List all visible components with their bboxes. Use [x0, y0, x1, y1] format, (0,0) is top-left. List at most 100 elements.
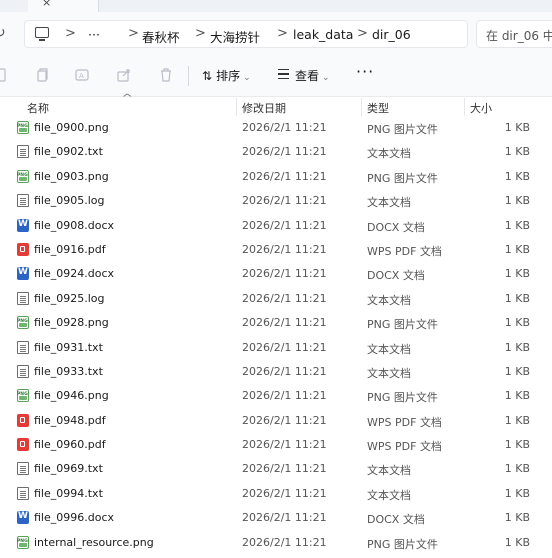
- this-pc-icon: [35, 27, 49, 41]
- file-size: 1 KB: [504, 121, 530, 134]
- file-row[interactable]: internal_resource.png 2026/2/1 11:21 PNG 图…: [0, 531, 552, 555]
- text-file-icon: [17, 145, 29, 159]
- column-divider[interactable]: [464, 98, 465, 116]
- see-more-button[interactable]: ···: [356, 62, 374, 81]
- toolbar-divider: [188, 66, 189, 86]
- file-row[interactable]: file_0960.pdf 2026/2/1 11:21 WPS PDF 文档 1 K…: [0, 433, 552, 457]
- breadcrumb-chevron-icon[interactable]: >: [128, 26, 139, 41]
- file-date: 2026/2/1 11:21: [242, 340, 327, 354]
- breadcrumb-chevron-icon[interactable]: >: [357, 26, 368, 41]
- pdf-file-icon: [17, 242, 29, 256]
- png-file-icon: [17, 389, 29, 403]
- breadcrumb-chevron-icon[interactable]: >: [277, 26, 288, 41]
- file-date: 2026/2/1 11:21: [242, 291, 327, 305]
- file-size: 1 KB: [504, 169, 530, 183]
- file-row[interactable]: file_0903.png 2026/2/1 11:21 PNG 图片文件 1 KB: [0, 165, 552, 189]
- file-type: WPS PDF 文档: [367, 415, 442, 429]
- cut-icon[interactable]: [0, 67, 8, 83]
- file-date: 2026/2/1 11:21: [242, 486, 327, 500]
- column-header-name[interactable]: 名称: [27, 100, 49, 116]
- command-bar: A ⇅ 排序 ⌄ 查看 ⌄ ···: [0, 56, 552, 97]
- pdf-file-icon: [17, 413, 29, 427]
- rename-icon[interactable]: A: [74, 67, 90, 83]
- text-file-icon: [17, 486, 29, 500]
- word-file-icon: [17, 267, 29, 281]
- window-tab[interactable]: [28, 0, 99, 12]
- search-input[interactable]: 在 dir_06 中搜索: [476, 20, 552, 48]
- share-icon[interactable]: [116, 67, 132, 83]
- file-row[interactable]: file_0916.pdf 2026/2/1 11:21 WPS PDF 文档 1 K…: [0, 238, 552, 262]
- address-bar[interactable]: > ··· > 春秋杯 > 大海捞针 > leak_data > dir_06: [24, 20, 468, 48]
- file-name: file_0908.docx: [34, 218, 115, 232]
- file-list: file_0900.png2026/2/1 11:21PNG 图片文件1 KBf…: [0, 116, 552, 555]
- file-row[interactable]: file_0933.txt 2026/2/1 11:21 文本文档 1 KB: [0, 360, 552, 384]
- file-size: 1 KB: [504, 413, 530, 427]
- sort-button[interactable]: ⇅ 排序 ⌄: [202, 67, 251, 84]
- file-row[interactable]: file_0928.png 2026/2/1 11:21 PNG 图片文件 1 KB: [0, 311, 552, 335]
- file-type: PNG 图片文件: [367, 391, 438, 405]
- file-size: 1 KB: [504, 340, 530, 354]
- breadcrumb-chevron-icon[interactable]: >: [65, 26, 76, 41]
- column-divider[interactable]: [236, 98, 237, 116]
- file-type: 文本文档: [367, 147, 411, 161]
- column-header-type[interactable]: 类型: [367, 100, 389, 116]
- file-name: file_0905.log: [34, 194, 105, 208]
- file-type: WPS PDF 文档: [367, 244, 442, 258]
- breadcrumb-chevron-icon[interactable]: >: [195, 26, 206, 41]
- file-row[interactable]: file_0902.txt 2026/2/1 11:21 文本文档 1 KB: [0, 140, 552, 164]
- column-divider[interactable]: [361, 98, 362, 116]
- breadcrumb-item[interactable]: 春秋杯: [142, 27, 180, 46]
- png-file-icon: [17, 121, 29, 134]
- file-size: 1 KB: [504, 364, 530, 378]
- file-type: 文本文档: [367, 342, 411, 356]
- file-row[interactable]: file_0996.docx 2026/2/1 11:21 DOCX 文档 1 KB: [0, 506, 552, 530]
- file-row[interactable]: file_0994.txt 2026/2/1 11:21 文本文档 1 KB: [0, 482, 552, 506]
- file-name: file_0948.pdf: [34, 413, 106, 427]
- png-file-icon: [17, 169, 29, 183]
- file-row[interactable]: file_0946.png 2026/2/1 11:21 PNG 图片文件 1 KB: [0, 384, 552, 408]
- file-type: PNG 图片文件: [367, 123, 438, 136]
- file-date: 2026/2/1 11:21: [242, 121, 327, 134]
- file-type: 文本文档: [367, 293, 411, 307]
- breadcrumb-item[interactable]: 大海捞针: [210, 27, 260, 46]
- copy-icon[interactable]: [34, 67, 50, 83]
- file-type: DOCX 文档: [367, 220, 425, 234]
- delete-icon[interactable]: [158, 67, 174, 83]
- file-name: file_0996.docx: [34, 511, 115, 525]
- file-size: 1 KB: [504, 462, 530, 476]
- file-date: 2026/2/1 11:21: [242, 267, 327, 281]
- png-file-icon: [17, 535, 29, 549]
- chevron-down-icon: ⌄: [322, 73, 330, 83]
- file-row[interactable]: file_0908.docx 2026/2/1 11:21 DOCX 文档 1 KB: [0, 214, 552, 238]
- column-header-size[interactable]: 大小: [470, 100, 492, 116]
- file-type: PNG 图片文件: [367, 537, 438, 551]
- file-row[interactable]: file_0931.txt 2026/2/1 11:21 文本文档 1 KB: [0, 336, 552, 360]
- file-type: 文本文档: [367, 488, 411, 502]
- view-label: 查看: [295, 69, 320, 83]
- word-file-icon: [17, 511, 29, 525]
- breadcrumb-item-current[interactable]: dir_06: [372, 27, 411, 42]
- file-row[interactable]: file_0948.pdf 2026/2/1 11:21 WPS PDF 文档 1 K…: [0, 409, 552, 433]
- file-name: file_0931.txt: [34, 340, 103, 354]
- breadcrumb-item[interactable]: leak_data: [293, 27, 353, 42]
- png-file-icon: [17, 316, 29, 330]
- file-name: file_0903.png: [34, 169, 109, 183]
- refresh-icon[interactable]: ↻: [0, 25, 6, 41]
- file-row[interactable]: file_0900.png 2026/2/1 11:21 PNG 图片文件 1 KB: [0, 116, 552, 140]
- file-name: file_0960.pdf: [34, 438, 106, 452]
- view-button[interactable]: 查看 ⌄: [278, 67, 330, 84]
- column-header-date[interactable]: 修改日期: [242, 100, 286, 116]
- file-row[interactable]: file_0905.log 2026/2/1 11:21 文本文档 1 KB: [0, 189, 552, 213]
- file-row[interactable]: file_0925.log 2026/2/1 11:21 文本文档 1 KB: [0, 287, 552, 311]
- text-file-icon: [17, 194, 29, 208]
- close-tab-icon[interactable]: ×: [42, 0, 51, 9]
- file-row[interactable]: file_0969.txt 2026/2/1 11:21 文本文档 1 KB: [0, 457, 552, 481]
- file-date: 2026/2/1 11:21: [242, 145, 327, 159]
- pdf-file-icon: [17, 438, 29, 452]
- breadcrumb-overflow[interactable]: ···: [88, 27, 100, 42]
- view-list-icon: [278, 69, 289, 79]
- file-date: 2026/2/1 11:21: [242, 364, 327, 378]
- file-size: 1 KB: [504, 242, 530, 256]
- file-date: 2026/2/1 11:21: [242, 438, 327, 452]
- file-row[interactable]: file_0924.docx 2026/2/1 11:21 DOCX 文档 1 KB: [0, 262, 552, 286]
